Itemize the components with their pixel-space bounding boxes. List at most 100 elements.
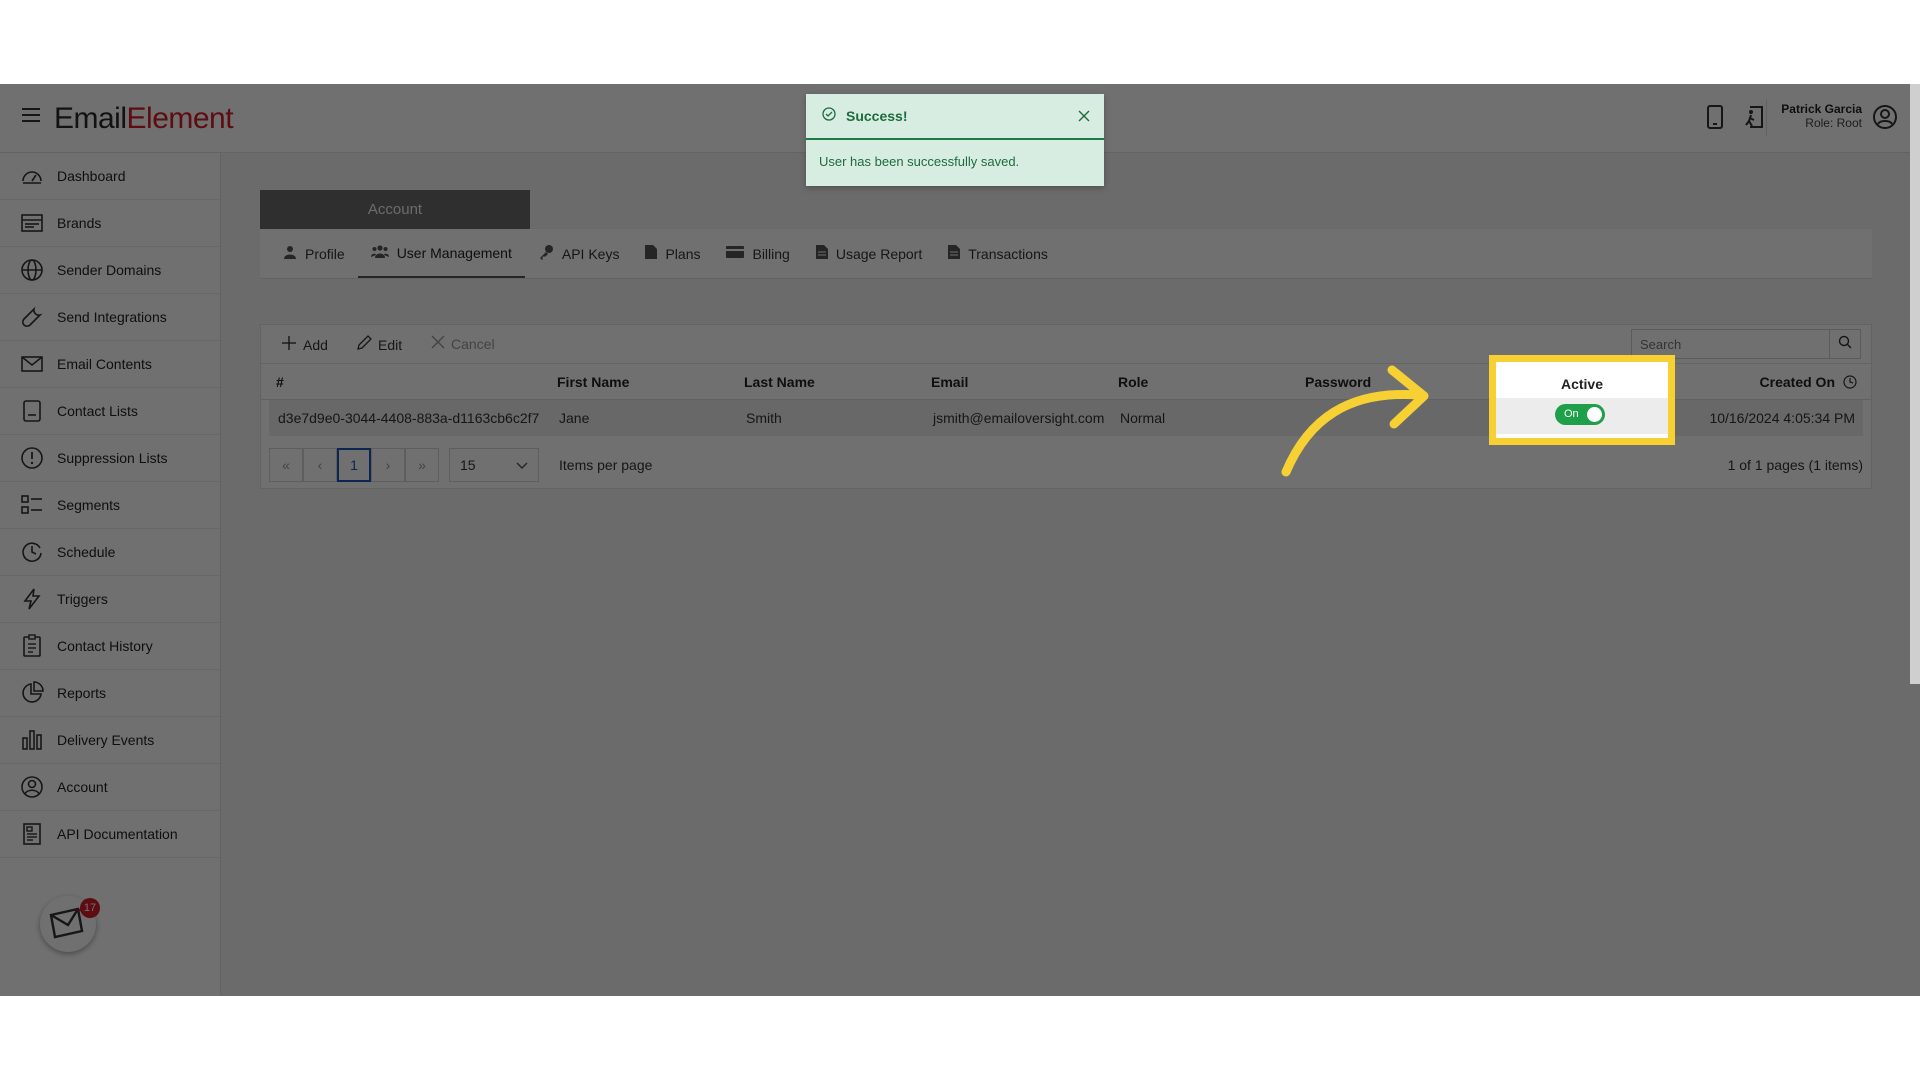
- account-panel-header: Account: [260, 190, 530, 229]
- globe-icon: [20, 258, 44, 282]
- notification-badge: 17: [80, 898, 100, 918]
- sidebar-item-label: Segments: [57, 497, 121, 513]
- file-icon: [645, 245, 658, 262]
- sidebar-item-label: Delivery Events: [57, 732, 155, 748]
- sidebar-item-account[interactable]: Account: [0, 764, 220, 811]
- sidebar-item-send-integrations[interactable]: Send Integrations: [0, 294, 220, 341]
- toast-message: User has been successfully saved.: [819, 154, 1020, 169]
- sidebar-item-label: Brands: [57, 215, 102, 231]
- column-header-created-on[interactable]: Created On: [1760, 374, 1835, 390]
- logo-part-3: Element: [126, 102, 234, 135]
- sidebar-item-delivery-events[interactable]: Delivery Events: [0, 717, 220, 764]
- pager-first-button[interactable]: «: [269, 448, 303, 482]
- toggle-on-label: On: [1564, 408, 1579, 420]
- user-name: Patrick Garcia: [1781, 102, 1862, 116]
- pager-last-button[interactable]: »: [405, 448, 439, 482]
- user-role: Role: Root: [1805, 116, 1862, 130]
- sidebar-item-reports[interactable]: Reports: [0, 670, 220, 717]
- active-toggle[interactable]: On: [1555, 404, 1605, 425]
- search-input[interactable]: [1632, 330, 1829, 358]
- sidebar-item-schedule[interactable]: Schedule: [0, 529, 220, 576]
- tab-profile[interactable]: Profile: [270, 229, 358, 278]
- user-icon: [283, 245, 297, 262]
- account-tabs: Profile User Management API Keys Plans B…: [260, 229, 1872, 279]
- cell-first-name: Jane: [559, 410, 590, 426]
- vertical-scrollbar[interactable]: [1910, 84, 1920, 684]
- sidebar-item-suppression-lists[interactable]: Suppression Lists: [0, 435, 220, 482]
- logout-icon[interactable]: [1741, 104, 1765, 130]
- column-header-role[interactable]: Role: [1118, 374, 1148, 390]
- mobile-icon[interactable]: [1703, 104, 1727, 130]
- sidebar-item-api-documentation[interactable]: API Documentation: [0, 811, 220, 858]
- pencil-icon: [356, 335, 372, 354]
- cancel-button-label: Cancel: [451, 335, 495, 352]
- sidebar-item-segments[interactable]: Segments: [0, 482, 220, 529]
- column-header-first-name[interactable]: First Name: [557, 374, 629, 390]
- sidebar-item-contact-lists[interactable]: Contact Lists: [0, 388, 220, 435]
- cell-email: jsmith@emailoversight.com: [933, 410, 1105, 426]
- file-icon: [815, 245, 828, 262]
- add-button-label: Add: [303, 336, 328, 353]
- sidebar: Dashboard Brands Sender Domains Send Int…: [0, 153, 221, 996]
- column-header-last-name[interactable]: Last Name: [744, 374, 815, 390]
- tab-api-keys[interactable]: API Keys: [525, 229, 633, 278]
- active-cell: On: [1496, 398, 1668, 434]
- brand-logo[interactable]: EmailElement: [54, 102, 234, 136]
- pager-prev-button[interactable]: ‹: [303, 448, 337, 482]
- file-icon: [948, 245, 961, 262]
- top-divider: [1766, 100, 1767, 136]
- sidebar-item-sender-domains[interactable]: Sender Domains: [0, 247, 220, 294]
- app-window: EmailElement Patrick Garcia Role: Root D…: [0, 84, 1920, 996]
- user-circle-icon: [20, 775, 44, 799]
- chevron-down-icon: [516, 457, 528, 473]
- users-icon: [370, 244, 389, 261]
- logo-part-1: Em: [54, 102, 99, 135]
- clipboard-icon: [20, 634, 44, 658]
- items-per-page-label: Items per page: [559, 457, 653, 473]
- column-header-email[interactable]: Email: [931, 374, 968, 390]
- segments-icon: [20, 493, 44, 517]
- pie-chart-icon: [20, 681, 44, 705]
- list-icon: [20, 399, 44, 423]
- cancel-button[interactable]: Cancel: [431, 335, 495, 352]
- search-box: [1631, 329, 1861, 359]
- tab-transactions[interactable]: Transactions: [935, 229, 1061, 278]
- edit-button[interactable]: Edit: [356, 335, 402, 354]
- bolt-icon: [20, 587, 44, 611]
- sidebar-item-label: Schedule: [57, 544, 116, 560]
- tab-usage-report[interactable]: Usage Report: [803, 229, 935, 278]
- column-header-password[interactable]: Password: [1305, 374, 1371, 390]
- sidebar-item-brands[interactable]: Brands: [0, 200, 220, 247]
- logo-part-2: ail: [98, 102, 127, 135]
- search-button[interactable]: [1829, 330, 1860, 358]
- add-button[interactable]: Add: [281, 335, 328, 354]
- column-header-active[interactable]: Active: [1496, 376, 1668, 392]
- user-avatar-icon[interactable]: [1872, 104, 1898, 135]
- pager-page-1[interactable]: 1: [337, 448, 371, 482]
- tab-label: Profile: [305, 245, 345, 262]
- grid-pager: « ‹ 1 › » 15 Items per page 1 of 1 pages…: [261, 437, 1871, 489]
- sidebar-item-triggers[interactable]: Triggers: [0, 576, 220, 623]
- sidebar-item-dashboard[interactable]: Dashboard: [0, 153, 220, 200]
- tab-user-management[interactable]: User Management: [357, 229, 525, 278]
- pager-info: 1 of 1 pages (1 items): [1727, 457, 1863, 473]
- sidebar-item-label: Contact History: [57, 638, 153, 654]
- sidebar-item-label: Dashboard: [57, 168, 126, 184]
- tab-label: API Keys: [561, 245, 620, 262]
- close-icon: [431, 335, 445, 352]
- pager-next-button[interactable]: ›: [371, 448, 405, 482]
- clock-icon: [20, 540, 44, 564]
- sidebar-item-label: Email Contents: [57, 356, 152, 372]
- sidebar-item-email-contents[interactable]: Email Contents: [0, 341, 220, 388]
- close-icon[interactable]: [1076, 108, 1092, 124]
- menu-toggle-icon[interactable]: [22, 108, 40, 122]
- sidebar-item-contact-history[interactable]: Contact History: [0, 623, 220, 670]
- tab-plans[interactable]: Plans: [632, 229, 713, 278]
- top-icon-group: [1703, 104, 1765, 130]
- tab-billing[interactable]: Billing: [713, 229, 802, 278]
- column-header-id[interactable]: #: [276, 374, 284, 390]
- page-size-select[interactable]: 15: [449, 448, 539, 482]
- tab-label: Plans: [665, 245, 701, 262]
- cell-created-on: 10/16/2024 4:05:34 PM: [1709, 410, 1855, 426]
- cell-role: Normal: [1120, 410, 1166, 426]
